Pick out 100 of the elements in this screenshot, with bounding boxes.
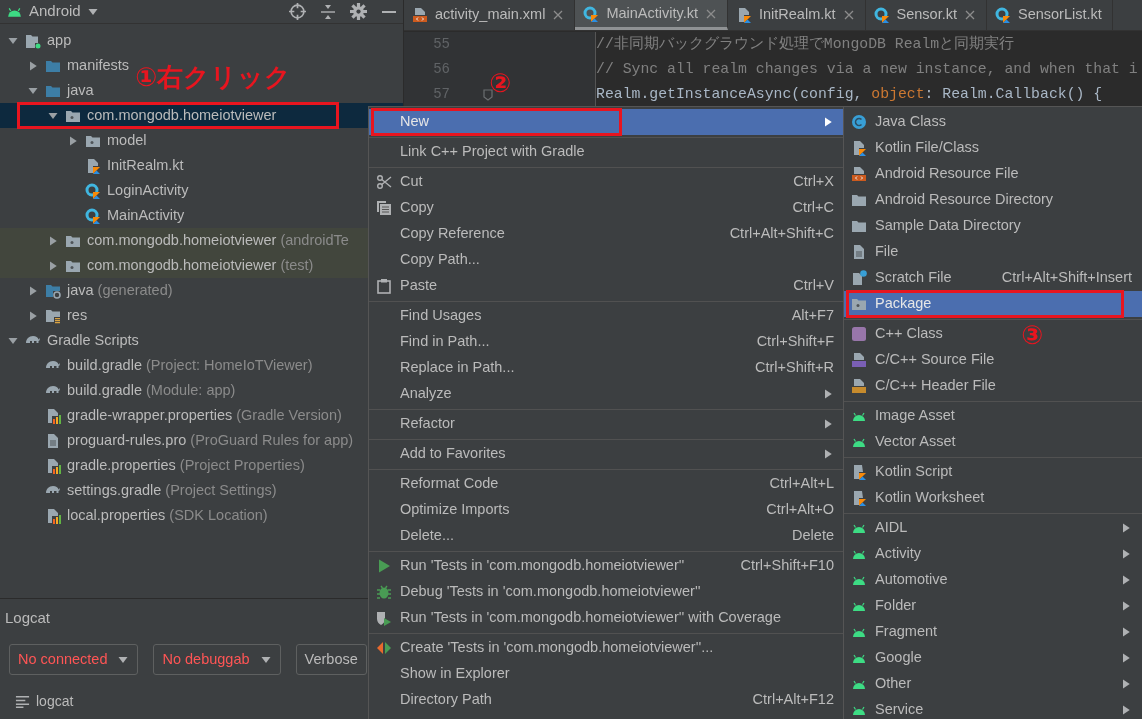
menu-item[interactable]: Debug 'Tests in 'com.mongodb.homeiotviewer'': [369, 579, 843, 605]
menu-item[interactable]: Sample Data Directory: [844, 213, 1142, 239]
editor-tab[interactable]: Sensor.kt: [865, 0, 987, 30]
class-icon: [873, 7, 890, 23]
menu-item[interactable]: Paste Ctrl+V: [369, 273, 843, 299]
menu-item[interactable]: File: [844, 239, 1142, 265]
tree-item[interactable]: build.gradle (Module: app): [25, 378, 236, 403]
shortcut-label: Alt+F7: [790, 306, 834, 326]
menu-item[interactable]: Vector Asset: [844, 429, 1142, 455]
document-icon: [45, 457, 61, 474]
dropdown[interactable]: Verbose: [295, 644, 367, 675]
menu-item[interactable]: Kotlin Worksheet: [844, 485, 1142, 511]
menu-item[interactable]: Link C++ Project with Gradle: [369, 139, 843, 165]
folder-icon: [850, 296, 867, 312]
tree-item[interactable]: gradle-wrapper.properties (Gradle Version): [25, 403, 342, 428]
shortcut-label: Ctrl+X: [792, 172, 834, 192]
minimize-icon: [381, 10, 397, 13]
menu-item[interactable]: Refactor: [369, 411, 843, 437]
menu-item[interactable]: Activity: [844, 541, 1142, 567]
menu-item[interactable]: Android Resource File: [844, 161, 1142, 187]
menu-item[interactable]: Find Usages Alt+F7: [369, 303, 843, 329]
tree-item[interactable]: res: [25, 303, 88, 328]
menu-item[interactable]: Add to Favorites: [369, 441, 843, 467]
menu-item[interactable]: Show in Explorer: [369, 661, 843, 687]
shield-icon: [375, 610, 392, 626]
menu-item[interactable]: C/C++ Header File: [844, 373, 1142, 399]
menu-item[interactable]: Optimize Imports Ctrl+Alt+O: [369, 497, 843, 523]
menu-item[interactable]: Analyze: [369, 381, 843, 407]
menu-item[interactable]: Copy Ctrl+C: [369, 195, 843, 221]
tree-item[interactable]: Gradle Scripts: [5, 328, 139, 353]
dropdown[interactable]: No debuggab: [153, 644, 281, 675]
tree-item[interactable]: java: [25, 78, 94, 103]
document-icon: [850, 352, 867, 368]
folder-icon: [45, 282, 61, 299]
editor-tab[interactable]: SensorList.kt: [987, 0, 1113, 30]
tree-item[interactable]: java (generated): [25, 278, 173, 303]
menu-item[interactable]: Automotive: [844, 567, 1142, 593]
document-icon: [850, 166, 867, 182]
menu-item[interactable]: Directory Path Ctrl+Alt+F12: [369, 687, 843, 713]
menu-item[interactable]: Google: [844, 645, 1142, 671]
menu-item[interactable]: Delete... Delete: [369, 523, 843, 549]
tree-item[interactable]: InitRealm.kt: [65, 153, 184, 178]
scissors-icon: [375, 174, 392, 190]
menu-item[interactable]: AIDL: [844, 515, 1142, 541]
menu-item[interactable]: Copy Path...: [369, 247, 843, 273]
menu-item[interactable]: Scratch File Ctrl+Alt+Shift+Insert: [844, 265, 1142, 291]
menu-item[interactable]: Replace in Path... Ctrl+Shift+R: [369, 355, 843, 381]
menu-item[interactable]: Fragment: [844, 619, 1142, 645]
tree-item[interactable]: MainActivity: [65, 203, 185, 228]
editor-tab[interactable]: InitRealm.kt: [728, 0, 866, 30]
tree-item[interactable]: local.properties (SDK Location): [25, 503, 268, 528]
code-line: //非同期バックグラウンド処理でMongoDB Realmと同期実行: [596, 34, 1016, 54]
view-selector[interactable]: Android: [29, 0, 81, 23]
menu-item[interactable]: Service: [844, 697, 1142, 719]
menu-item[interactable]: Copy Reference Ctrl+Alt+Shift+C: [369, 221, 843, 247]
elephant-icon: [45, 485, 61, 496]
dropdown[interactable]: No connected: [9, 644, 139, 675]
menu-item[interactable]: Android Resource Directory: [844, 187, 1142, 213]
tree-item[interactable]: com.mongodb.homeiotviewer (test): [45, 253, 314, 278]
tree-item[interactable]: com.mongodb.homeiotviewer: [45, 103, 277, 128]
shortcut-label: Ctrl+Shift+R: [754, 358, 834, 378]
menu-item[interactable]: C/C++ Source File: [844, 347, 1142, 373]
panel-title: Logcat: [5, 608, 51, 628]
menu-item[interactable]: Cut Ctrl+X: [369, 169, 843, 195]
menu-item[interactable]: Run 'Tests in 'com.mongodb.homeiotviewer'' with Coverage: [369, 605, 843, 631]
document-icon: [850, 270, 867, 286]
document-icon: [736, 7, 752, 23]
menu-item[interactable]: Reformat Code Ctrl+Alt+L: [369, 471, 843, 497]
document-icon: [85, 157, 101, 174]
target-icon: [289, 3, 306, 20]
menu-item[interactable]: Kotlin Script: [844, 459, 1142, 485]
shortcut-label: Ctrl+Alt+Shift+Insert: [1000, 268, 1132, 288]
tree-item[interactable]: com.mongodb.homeiotviewer (androidTe: [45, 228, 349, 253]
menu-item[interactable]: Run 'Tests in 'com.mongodb.homeiotviewer'' Ctrl+Shift+F10: [369, 553, 843, 579]
tree-item[interactable]: app: [5, 28, 72, 53]
arrows-icon: [375, 640, 392, 656]
menu-item[interactable]: Folder: [844, 593, 1142, 619]
callout-label: ①右クリック: [135, 62, 291, 92]
folder-icon: [850, 192, 867, 208]
menu-item[interactable]: Java Class: [844, 109, 1142, 135]
menu-item[interactable]: New: [369, 109, 843, 135]
tree-item[interactable]: settings.gradle (Project Settings): [25, 478, 277, 503]
tree-item[interactable]: LoginActivity: [65, 178, 189, 203]
menu-item[interactable]: Other: [844, 671, 1142, 697]
tree-item[interactable]: proguard-rules.pro (ProGuard Rules for app): [25, 428, 354, 453]
document-icon: [850, 378, 867, 394]
tree-item[interactable]: gradle.properties (Project Properties): [25, 453, 305, 478]
menu-item[interactable]: Find in Path... Ctrl+Shift+F: [369, 329, 843, 355]
tree-item[interactable]: model: [65, 128, 147, 153]
class-icon: [850, 326, 867, 342]
shortcut-label: Delete: [791, 526, 834, 546]
tree-item[interactable]: manifests: [25, 53, 130, 78]
editor-tab[interactable]: MainActivity.kt: [575, 0, 728, 30]
menu-item[interactable]: Create 'Tests in 'com.mongodb.homeiotviewer''...: [369, 635, 843, 661]
menu-item[interactable]: Image Asset: [844, 403, 1142, 429]
menu-item[interactable]: Kotlin File/Class: [844, 135, 1142, 161]
folder-icon: [850, 218, 867, 234]
class-icon: [583, 5, 600, 22]
tree-item[interactable]: build.gradle (Project: HomeIoTViewer): [25, 353, 313, 378]
tool-window-tab[interactable]: logcat: [36, 691, 74, 712]
